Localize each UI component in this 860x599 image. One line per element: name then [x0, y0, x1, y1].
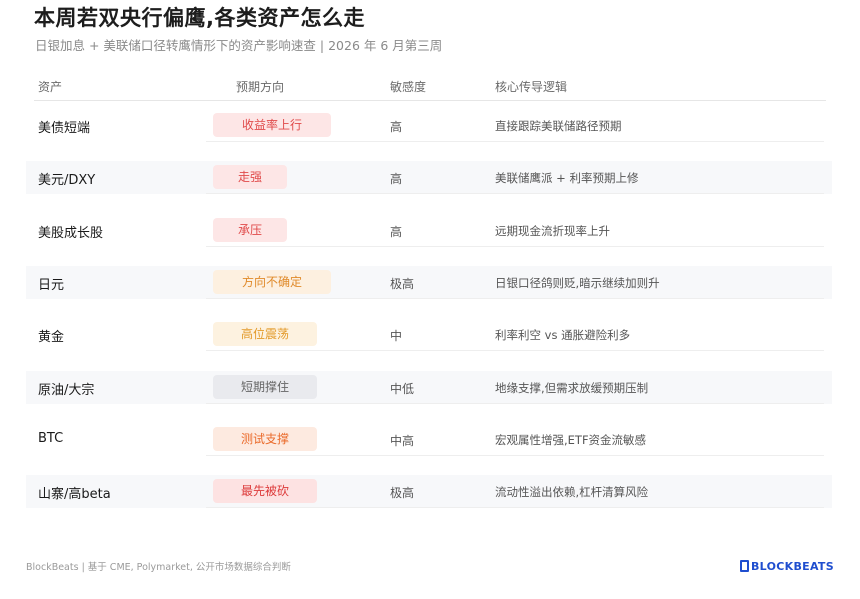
logic-text: 直接跟踪美联储路径预期	[495, 119, 622, 133]
header-logic: 核心传导逻辑	[495, 80, 568, 94]
asset-name: 美股成长股	[38, 225, 104, 241]
header-sensitivity: 敏感度	[390, 80, 427, 94]
direction-badge: 高位震荡	[213, 322, 317, 347]
table-row: 山寨/高beta 最先被砍 极高 流动性溢出依赖,杠杆清算风险	[26, 475, 832, 509]
asset-name: 日元	[38, 277, 65, 293]
sensitivity-value: 中	[390, 329, 403, 344]
table-row: 美债短端 收益率上行 高 直接跟踪美联储路径预期	[26, 109, 832, 142]
footer-source: BlockBeats | 基于 CME, Polymarket, 公开市场数据综…	[26, 562, 291, 573]
sensitivity-value: 高	[390, 224, 403, 239]
row-divider	[206, 402, 824, 404]
table-header: 资产 预期方向 敏感度 核心传导逻辑	[34, 76, 826, 101]
logic-text: 宏观属性增强,ETF资金流敏感	[495, 432, 647, 447]
direction-badge: 测试支撑	[213, 426, 317, 451]
sensitivity-value: 高	[390, 172, 403, 187]
blockbeats-logo-icon	[740, 560, 749, 572]
logic-text: 地缘支撑,但需求放缓预期压制	[495, 380, 649, 395]
row-divider	[206, 193, 824, 195]
asset-name: 黄金	[38, 330, 65, 346]
direction-badge: 方向不确定	[213, 269, 331, 294]
page-title: 本周若双央行偏鹰,各类资产怎么走	[34, 6, 365, 30]
table-row: 日元 方向不确定 极高 日银口径鸽则贬,暗示继续加则升	[26, 265, 832, 299]
direction-badge: 承压	[213, 217, 287, 242]
row-divider	[206, 141, 824, 142]
row-divider	[206, 297, 824, 299]
blockbeats-logo: BLOCKBEATS	[740, 559, 834, 573]
row-divider	[206, 454, 824, 456]
row-divider	[206, 507, 824, 509]
asset-name: 美债短端	[38, 121, 91, 136]
row-divider	[206, 245, 824, 247]
table-row: 黄金 高位震荡 中 利率利空 vs 通胀避险利多	[26, 318, 832, 352]
asset-name: 山寨/高beta	[38, 487, 111, 503]
direction-badge: 走强	[213, 165, 287, 190]
logic-text: 远期现金流折现率上升	[495, 223, 610, 238]
row-divider	[206, 350, 824, 352]
sensitivity-value: 中高	[390, 433, 415, 448]
table-row: 美股成长股 承压 高 远期现金流折现率上升	[26, 214, 832, 247]
table-row: 美元/DXY 走强 高 美联储鹰派 + 利率预期上修	[26, 161, 832, 195]
logic-text: 流动性溢出依赖,杠杆清算风险	[495, 485, 649, 500]
sensitivity-value: 极高	[390, 486, 415, 501]
logic-text: 利率利空 vs 通胀避险利多	[495, 328, 631, 343]
table-row: 原油/大宗 短期撑住 中低 地缘支撑,但需求放缓预期压制	[26, 370, 832, 404]
blockbeats-logo-text: BLOCKBEATS	[751, 559, 834, 573]
logic-text: 美联储鹰派 + 利率预期上修	[495, 171, 639, 186]
asset-name: 美元/DXY	[38, 173, 96, 189]
logic-text: 日银口径鸽则贬,暗示继续加则升	[495, 275, 660, 290]
sensitivity-value: 极高	[390, 276, 415, 291]
page-subtitle: 日银加息 + 美联储口径转鹰情形下的资产影响速查 | 2026 年 6 月第三周	[35, 38, 443, 53]
header-asset: 资产	[38, 80, 63, 94]
asset-name: BTC	[38, 430, 64, 446]
direction-badge: 短期撑住	[213, 374, 317, 399]
sensitivity-value: 中低	[390, 381, 415, 396]
direction-badge: 最先被砍	[213, 479, 317, 504]
table-row: BTC 测试支撑 中高 宏观属性增强,ETF资金流敏感	[26, 423, 832, 456]
asset-name: 原油/大宗	[38, 382, 95, 398]
header-direction: 预期方向	[236, 80, 285, 94]
sensitivity-value: 高	[390, 120, 403, 134]
direction-badge: 收益率上行	[213, 113, 331, 137]
